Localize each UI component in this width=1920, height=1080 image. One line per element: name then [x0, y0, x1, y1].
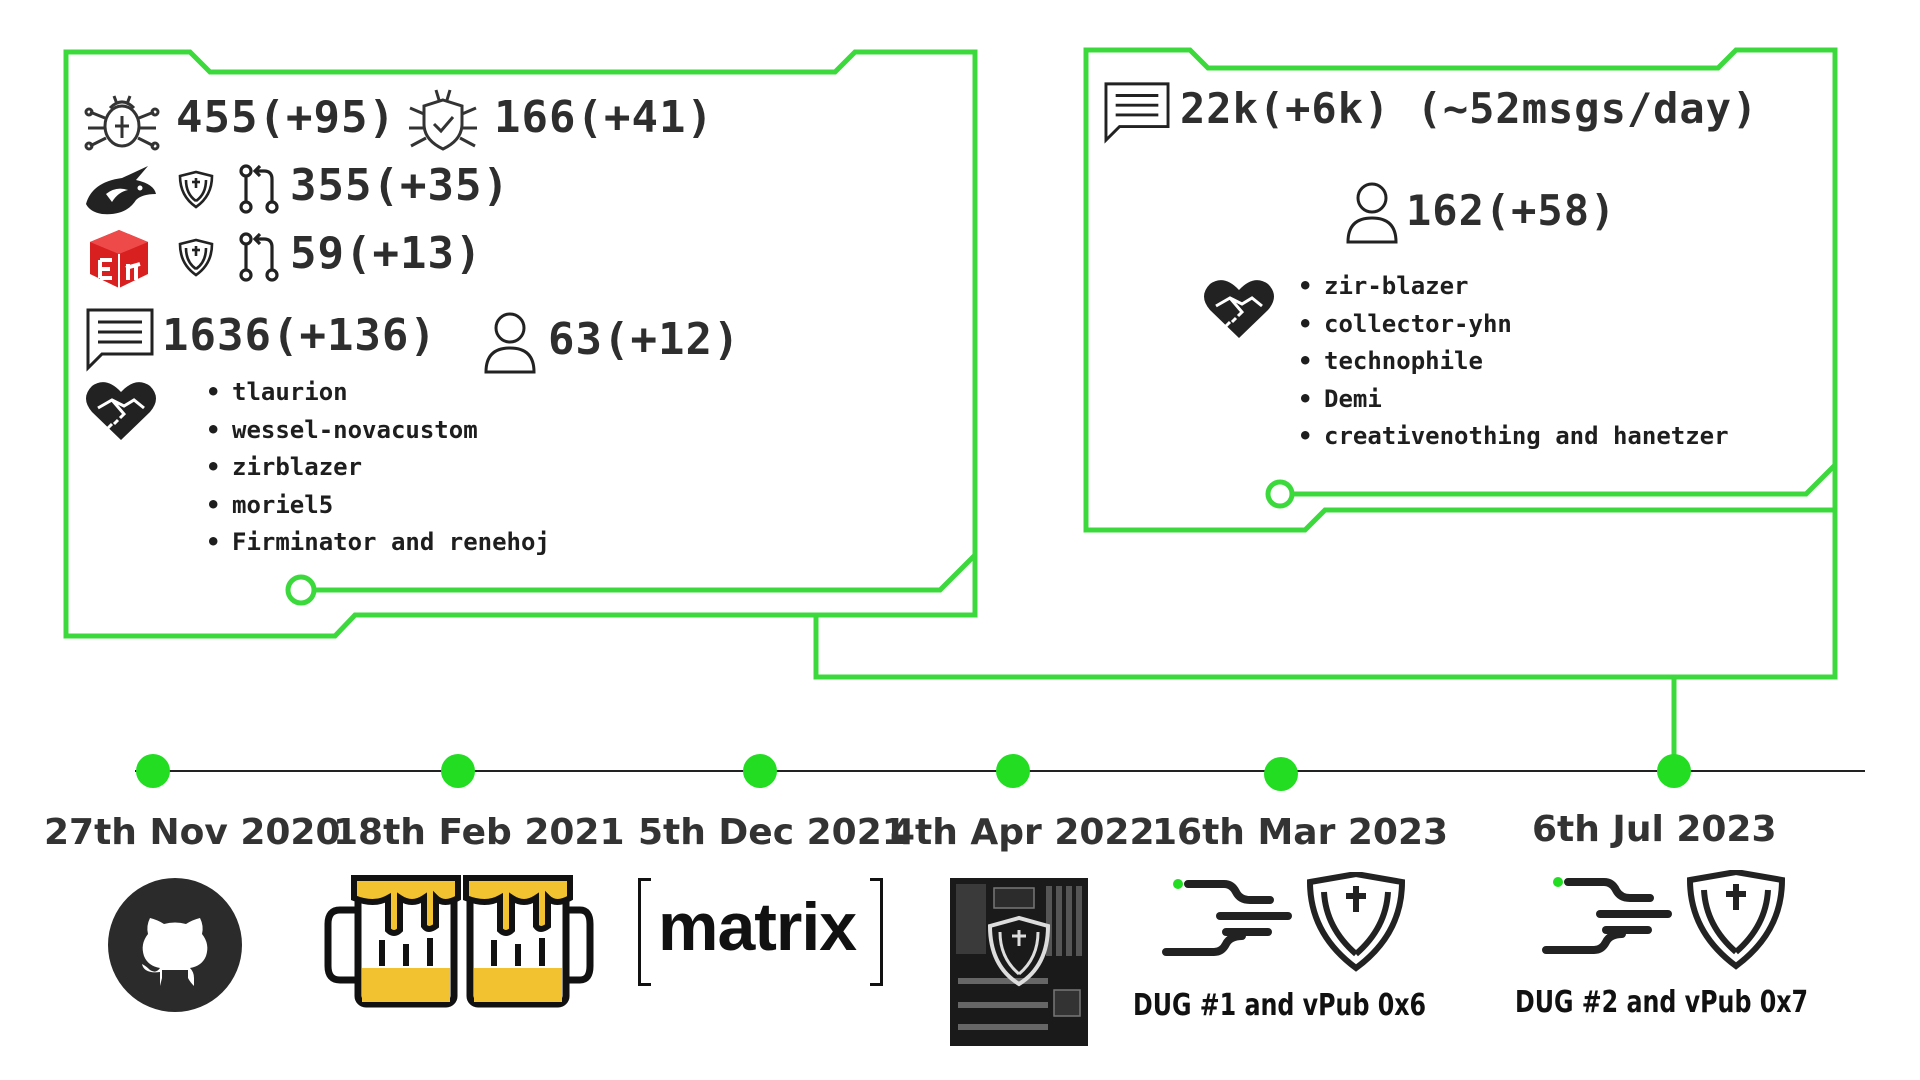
- dug-logo: [1542, 870, 1786, 970]
- user-icon: [484, 312, 536, 374]
- pull-request-icon: [239, 232, 279, 282]
- event-caption: DUG #1 and vPub 0x6: [1133, 988, 1427, 1023]
- timeline-date: 16th Mar 2023: [1152, 812, 1449, 853]
- timeline-dot: [996, 754, 1030, 788]
- dasharo-shield-icon: [178, 170, 214, 209]
- matrix-logo: matrix: [638, 878, 886, 986]
- list-item: collector-yhn: [1298, 306, 1729, 344]
- edk2-pr-count: 59(+13): [290, 228, 483, 279]
- right-message-count: 22k(+6k) (~52msgs/day): [1180, 84, 1759, 133]
- matrix-wordmark: matrix: [658, 889, 857, 965]
- right-contributor-list: zir-blazer collector-yhn technophile Dem…: [1298, 268, 1729, 456]
- left-panel-node: [285, 574, 317, 606]
- timeline-dot: [1657, 754, 1691, 788]
- timeline-date: 6th Jul 2023: [1532, 809, 1777, 850]
- list-item: tlaurion: [206, 374, 550, 412]
- dasharo-shield-icon: [178, 238, 214, 277]
- handshake-heart-icon: [86, 382, 156, 440]
- list-item: Demi: [1298, 381, 1729, 419]
- coreboot-rabbit-icon: [86, 166, 156, 215]
- issues-closed-count: 166(+41): [494, 92, 714, 143]
- timeline-date: 27th Nov 2020: [44, 812, 341, 853]
- right-panel-node: [1265, 479, 1295, 509]
- github-icon: [108, 878, 242, 1012]
- handshake-heart-icon: [1204, 280, 1274, 338]
- timeline-date: 18th Feb 2021: [333, 812, 625, 853]
- left-user-count: 63(+12): [548, 314, 741, 365]
- right-panel-inner-line: [1280, 463, 1837, 497]
- chat-icon: [1104, 82, 1170, 144]
- bug-shield-icon: [409, 89, 477, 151]
- beer-mugs-icon: [324, 875, 594, 1008]
- list-item: moriel5: [206, 487, 550, 525]
- timeline-date: 5th Dec 2021: [638, 812, 907, 853]
- list-item: technophile: [1298, 343, 1729, 381]
- timeline-dot: [1264, 757, 1298, 791]
- matrix-bracket-right: [870, 878, 883, 986]
- edk2-logo-icon: [90, 230, 148, 288]
- left-message-count: 1636(+136): [162, 310, 437, 361]
- list-item: zir-blazer: [1298, 268, 1729, 306]
- right-user-count: 162(+58): [1406, 186, 1617, 235]
- bug-icon: [84, 95, 160, 151]
- list-item: zirblazer: [206, 449, 550, 487]
- coreboot-pr-count: 355(+35): [290, 160, 510, 211]
- timeline-date: 4th Apr 2022: [890, 812, 1155, 853]
- dug-logo: [1162, 872, 1406, 972]
- user-icon: [1346, 182, 1398, 244]
- chat-icon: [86, 308, 154, 372]
- event-caption: DUG #2 and vPub 0x7: [1515, 985, 1809, 1020]
- timeline-dot: [743, 754, 777, 788]
- timeline-dot: [136, 754, 170, 788]
- matrix-bracket-left: [638, 878, 651, 986]
- pull-request-icon: [239, 164, 279, 214]
- panel-connector: [813, 510, 1838, 768]
- list-item: creativenothing and hanetzer: [1298, 418, 1729, 456]
- list-item: wessel-novacustom: [206, 412, 550, 450]
- list-item: Firminator and renehoj: [206, 524, 550, 562]
- motherboard-icon: [950, 878, 1088, 1046]
- issues-open-count: 455(+95): [176, 92, 396, 143]
- left-contributor-list: tlaurion wessel-novacustom zirblazer mor…: [206, 374, 550, 562]
- timeline-dot: [441, 754, 475, 788]
